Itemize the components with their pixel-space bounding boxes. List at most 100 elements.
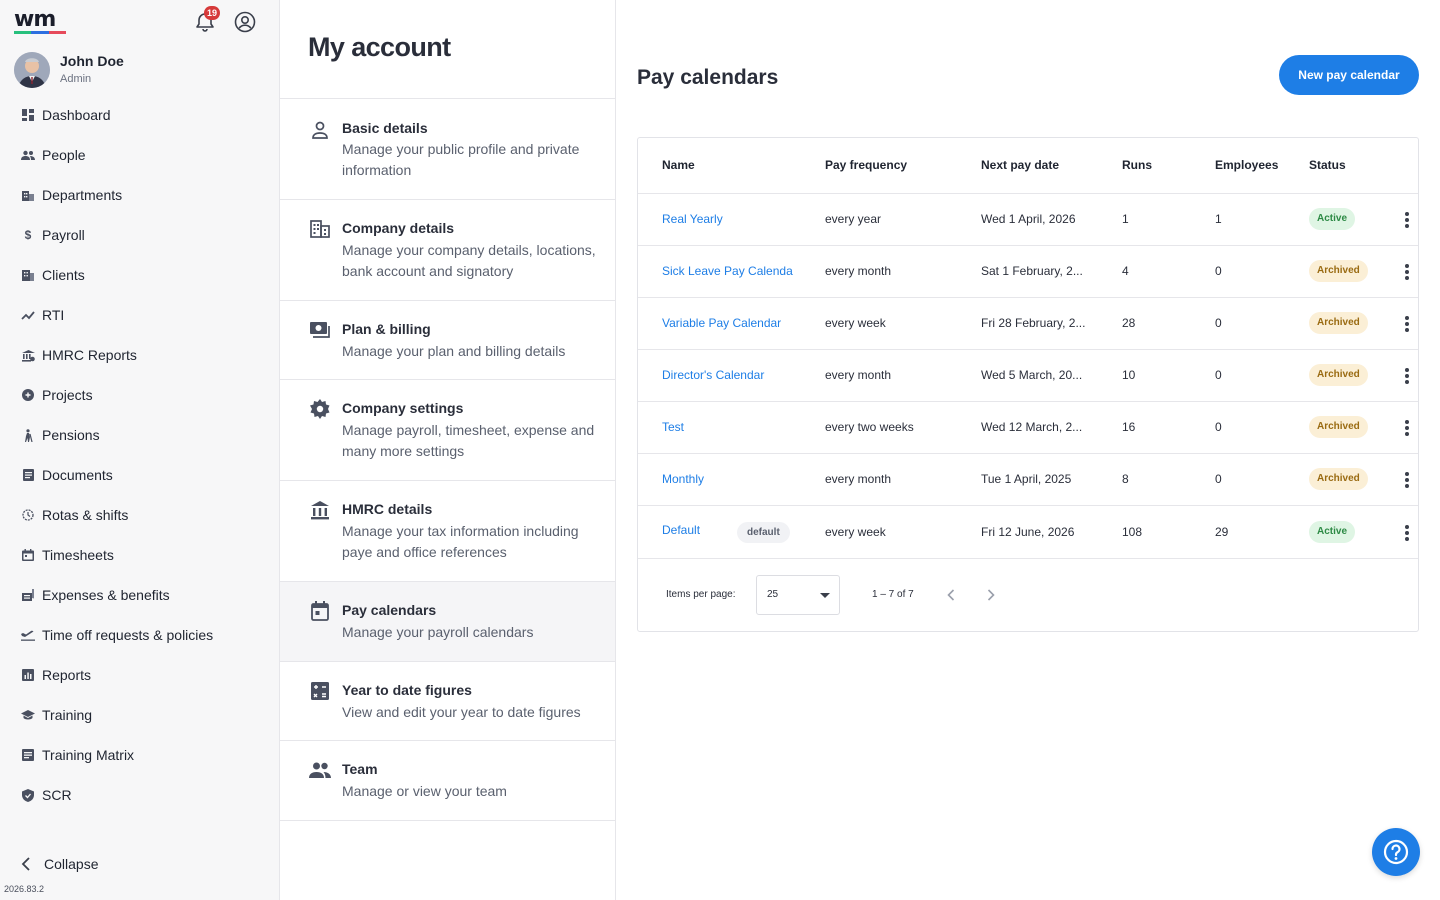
pay-frequency: every month — [825, 264, 892, 278]
status-badge: Active — [1309, 521, 1356, 543]
avatar[interactable] — [14, 52, 50, 88]
sidebar-item-expenses-benefits[interactable]: Expenses & benefits — [0, 575, 279, 615]
sidebar-item-departments[interactable]: Departments — [0, 175, 279, 215]
collapse-button[interactable]: Collapse — [20, 856, 98, 872]
sidebar-item-people[interactable]: People — [0, 135, 279, 175]
employees-count: 0 — [1215, 472, 1222, 486]
row-more-icon[interactable] — [1400, 261, 1414, 283]
calendar-name-link[interactable]: Real Yearly — [662, 212, 802, 226]
sidebar-item-training-matrix[interactable]: Training Matrix — [0, 735, 279, 775]
table-row[interactable]: Test every two weeks Wed 12 March, 2... … — [638, 402, 1418, 454]
items-per-page-select[interactable]: 25 — [756, 575, 840, 615]
employees-count: 0 — [1215, 420, 1222, 434]
settings-item-hmrc-details[interactable]: HMRC details Manage your tax information… — [280, 481, 615, 582]
row-more-icon[interactable] — [1400, 469, 1414, 491]
calendar-name-link[interactable]: Director's Calendar — [662, 368, 802, 382]
sidebar-item-rotas-shifts[interactable]: Rotas & shifts — [0, 495, 279, 535]
settings-item-pay-calendars[interactable]: Pay calendars Manage your payroll calend… — [280, 582, 615, 662]
next-pay-date: Tue 1 April, 2025 — [981, 472, 1072, 486]
new-pay-calendar-button[interactable]: New pay calendar — [1279, 55, 1419, 95]
dollar-icon: $ — [24, 228, 32, 242]
user-name: John Doe — [60, 53, 124, 69]
table-header: Name Pay frequency Next pay date Runs Em… — [638, 138, 1418, 194]
sidebar: wm 19 John Doe Admin Dashboard People De… — [0, 0, 280, 900]
row-more-icon[interactable] — [1400, 522, 1414, 544]
header-runs[interactable]: Runs — [1122, 158, 1152, 172]
sidebar-item-timesheets[interactable]: Timesheets — [0, 535, 279, 575]
account-circle-icon[interactable] — [233, 10, 257, 34]
sidebar-item-reports[interactable]: Reports — [0, 655, 279, 695]
sidebar-item-payroll[interactable]: $ Payroll — [0, 215, 279, 255]
sidebar-item-hmrc-reports[interactable]: HMRC Reports — [0, 335, 279, 375]
row-more-icon[interactable] — [1400, 365, 1414, 387]
table-row[interactable]: Monthly every month Tue 1 April, 2025 8 … — [638, 454, 1418, 506]
logo[interactable]: wm — [14, 9, 66, 34]
calendar-name-link[interactable]: Test — [662, 420, 802, 434]
table-row[interactable]: Sick Leave Pay Calenda every month Sat 1… — [638, 246, 1418, 298]
company-building-icon — [309, 218, 331, 240]
sidebar-item-clients[interactable]: Clients — [0, 255, 279, 295]
next-page-button[interactable] — [981, 585, 1001, 605]
status-badge: Archived — [1309, 312, 1368, 334]
status-badge: Archived — [1309, 260, 1368, 282]
next-pay-date: Wed 1 April, 2026 — [981, 212, 1076, 226]
building-icon — [21, 188, 35, 202]
pay-frequency: every year — [825, 212, 882, 226]
header-status[interactable]: Status — [1309, 158, 1346, 172]
header-next-pay-date[interactable]: Next pay date — [981, 158, 1059, 172]
dashboard-icon — [21, 108, 35, 122]
calendar-icon — [21, 548, 35, 562]
employees-count: 1 — [1215, 212, 1222, 226]
settings-item-team[interactable]: Team Manage or view your team — [280, 741, 615, 821]
table-row[interactable]: Variable Pay Calendar every week Fri 28 … — [638, 298, 1418, 350]
runs-count: 108 — [1122, 525, 1143, 539]
items-per-page-label: Items per page: — [666, 589, 736, 600]
runs-count: 4 — [1122, 264, 1129, 278]
settings-item-company-details[interactable]: Company details Manage your company deta… — [280, 200, 615, 301]
sidebar-item-projects[interactable]: Projects — [0, 375, 279, 415]
sidebar-item-time-off[interactable]: Time off requests & policies — [0, 615, 279, 655]
sidebar-item-training[interactable]: Training — [0, 695, 279, 735]
clock-icon — [21, 508, 35, 522]
chevron-right-icon — [987, 589, 995, 601]
team-icon — [309, 759, 331, 781]
sidebar-item-dashboard[interactable]: Dashboard — [0, 95, 279, 135]
row-more-icon[interactable] — [1400, 417, 1414, 439]
chevron-left-icon — [21, 857, 30, 871]
sidebar-item-rti[interactable]: RTI — [0, 295, 279, 335]
bank-icon — [309, 499, 331, 521]
header-pay-frequency[interactable]: Pay frequency — [825, 158, 907, 172]
paginator: Items per page: 25 1 – 7 of 7 — [638, 559, 1418, 631]
gear-icon — [309, 398, 331, 420]
pay-frequency: every week — [825, 525, 886, 539]
calendar-icon — [309, 600, 331, 622]
settings-item-basic-details[interactable]: Basic details Manage your public profile… — [280, 99, 615, 200]
calendar-name-link[interactable]: Default — [662, 523, 732, 537]
table-row[interactable]: Default default every week Fri 12 June, … — [638, 506, 1418, 559]
previous-page-button[interactable] — [941, 585, 961, 605]
sidebar-item-documents[interactable]: Documents — [0, 455, 279, 495]
pay-frequency: every two weeks — [825, 420, 914, 434]
clients-icon — [21, 268, 35, 282]
calendar-name-link[interactable]: Variable Pay Calendar — [662, 316, 802, 330]
settings-item-plan-billing[interactable]: Plan & billing Manage your plan and bill… — [280, 301, 615, 380]
employees-count: 0 — [1215, 368, 1222, 382]
calendar-name-link[interactable]: Monthly — [662, 472, 802, 486]
settings-item-year-to-date[interactable]: Year to date figures View and edit your … — [280, 662, 615, 741]
sidebar-item-pensions[interactable]: Pensions — [0, 415, 279, 455]
row-more-icon[interactable] — [1400, 313, 1414, 335]
calendar-name-link[interactable]: Sick Leave Pay Calenda — [662, 264, 802, 278]
app-version: 2026.83.2 — [4, 884, 45, 894]
employees-count: 29 — [1215, 525, 1229, 539]
table-row[interactable]: Director's Calendar every month Wed 5 Ma… — [638, 350, 1418, 402]
dropdown-arrow-icon — [820, 593, 830, 598]
settings-item-company-settings[interactable]: Company settings Manage payroll, timeshe… — [280, 380, 615, 481]
sidebar-item-scr[interactable]: SCR — [0, 775, 279, 815]
help-button[interactable] — [1372, 828, 1420, 876]
graduation-icon — [21, 708, 35, 722]
header-employees[interactable]: Employees — [1215, 158, 1278, 172]
runs-count: 8 — [1122, 472, 1129, 486]
header-name[interactable]: Name — [662, 158, 695, 172]
table-row[interactable]: Real Yearly every year Wed 1 April, 2026… — [638, 194, 1418, 246]
row-more-icon[interactable] — [1400, 209, 1414, 231]
